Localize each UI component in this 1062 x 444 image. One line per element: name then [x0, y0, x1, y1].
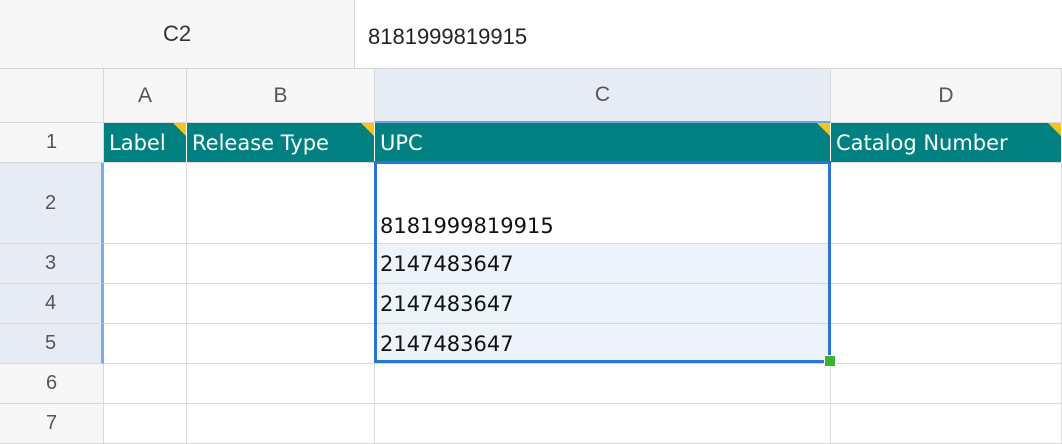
header-cell-catalog-number[interactable]: Catalog Number [831, 123, 1062, 163]
header-release-type-text: Release Type [192, 130, 329, 155]
cell-c7[interactable] [375, 404, 831, 444]
cell-b2[interactable] [187, 163, 375, 244]
cell-d2[interactable] [831, 163, 1062, 244]
cell-c2[interactable]: 8181999819915 [375, 163, 831, 244]
fill-handle[interactable] [824, 355, 836, 367]
cell-a6[interactable] [104, 364, 187, 404]
row-header-4[interactable]: 4 [0, 284, 104, 324]
cell-b3[interactable] [187, 244, 375, 284]
row-header-5[interactable]: 5 [0, 324, 104, 364]
header-catalog-number-text: Catalog Number [836, 130, 1008, 155]
cell-d6[interactable] [831, 364, 1062, 404]
header-cell-release-type[interactable]: Release Type [187, 123, 375, 163]
column-header-d[interactable]: D [831, 69, 1062, 123]
cell-b4[interactable] [187, 284, 375, 324]
cell-a4[interactable] [104, 284, 187, 324]
cell-b5[interactable] [187, 324, 375, 364]
cell-a2[interactable] [104, 163, 187, 244]
header-upc-text: UPC [380, 130, 423, 155]
row-header-6[interactable]: 6 [0, 364, 104, 404]
cell-b7[interactable] [187, 404, 375, 444]
header-cell-label[interactable]: Label [104, 123, 187, 163]
column-header-a[interactable]: A [104, 69, 187, 123]
cell-a3[interactable] [104, 244, 187, 284]
cell-a5[interactable] [104, 324, 187, 364]
column-header-b[interactable]: B [187, 69, 375, 123]
cell-c4[interactable]: 2147483647 [375, 284, 831, 324]
note-marker-icon [173, 123, 186, 136]
cell-c5[interactable]: 2147483647 [375, 324, 831, 364]
row-header-3[interactable]: 3 [0, 244, 104, 284]
header-cell-upc[interactable]: UPC [375, 123, 831, 163]
column-header-c[interactable]: C [375, 69, 831, 123]
note-marker-icon [817, 123, 830, 136]
cell-d7[interactable] [831, 404, 1062, 444]
cell-c6[interactable] [375, 364, 831, 404]
row-header-1[interactable]: 1 [0, 123, 104, 163]
name-box[interactable]: C2 [0, 0, 355, 69]
note-marker-icon [1048, 123, 1061, 136]
header-label-text: Label [109, 130, 166, 155]
cell-b6[interactable] [187, 364, 375, 404]
row-header-2[interactable]: 2 [0, 163, 104, 244]
note-marker-icon [361, 123, 374, 136]
cell-d5[interactable] [831, 324, 1062, 364]
cell-c3[interactable]: 2147483647 [375, 244, 831, 284]
formula-bar: C2 8181999819915 [0, 0, 1062, 69]
cell-d4[interactable] [831, 284, 1062, 324]
select-all-corner[interactable] [0, 69, 104, 123]
row-header-7[interactable]: 7 [0, 404, 104, 444]
cell-d3[interactable] [831, 244, 1062, 284]
formula-input[interactable]: 8181999819915 [355, 0, 1062, 69]
cell-a7[interactable] [104, 404, 187, 444]
